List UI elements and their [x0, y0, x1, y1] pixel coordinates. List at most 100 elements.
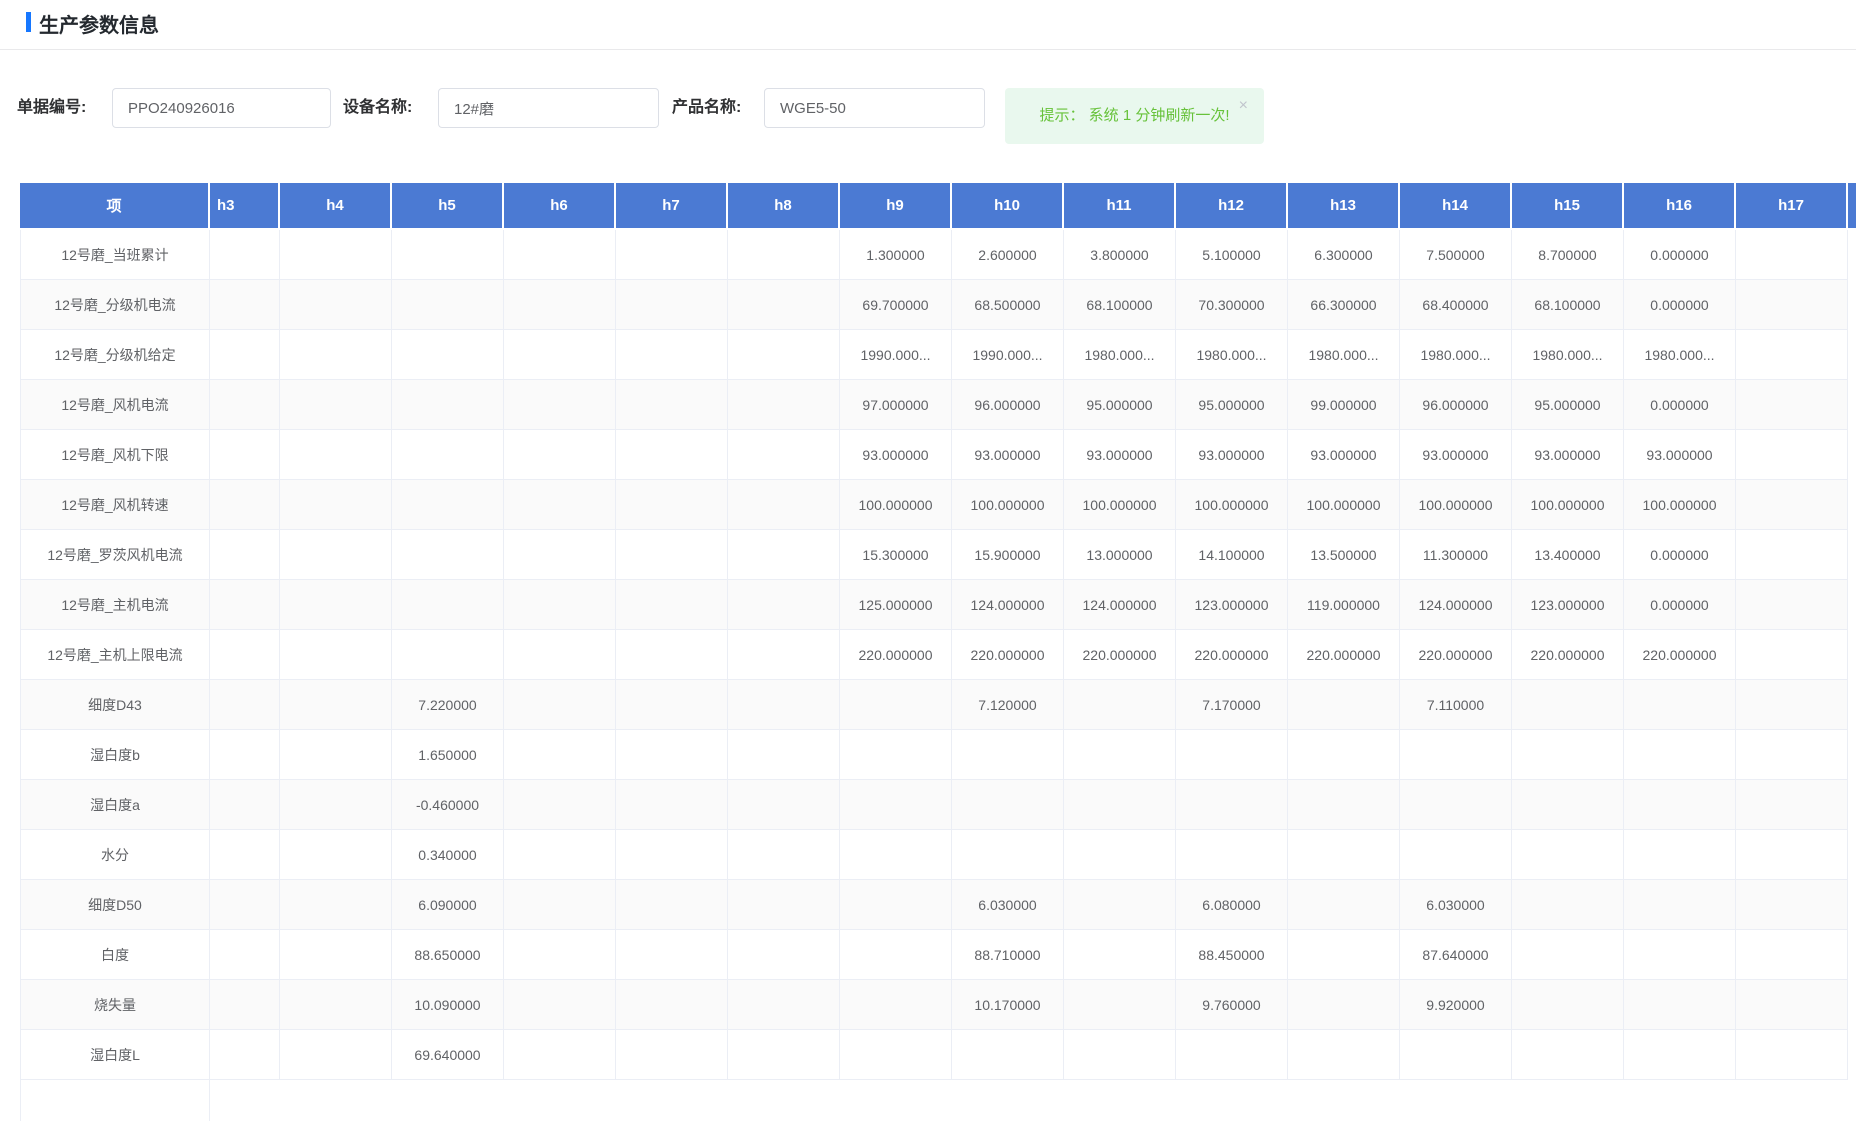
cell-clipped	[1848, 430, 1856, 480]
page-title: 生产参数信息	[39, 9, 159, 38]
cell-h13: 13.500000	[1288, 530, 1400, 580]
table-row: 12号磨_主机上限电流220.000000220.000000220.00000…	[20, 630, 1856, 680]
parameters-table: 项h3h4h5h6h7h8h9h10h11h12h13h14h15h16h17 …	[20, 183, 1856, 1121]
cell-h3	[210, 1030, 280, 1080]
table-row: 白度88.65000088.71000088.45000087.640000	[20, 930, 1856, 980]
row-label: 细度D50	[20, 880, 210, 930]
cell-h10: 1990.000...	[952, 330, 1064, 380]
cell-h14: 68.400000	[1400, 280, 1512, 330]
cell-h4	[280, 330, 392, 380]
cell-h11: 220.000000	[1064, 630, 1176, 680]
cell-h4	[280, 280, 392, 330]
column-header-h10: h10	[952, 183, 1064, 230]
cell-h10: 88.710000	[952, 930, 1064, 980]
cell-h16	[1624, 730, 1736, 780]
cell-h10: 220.000000	[952, 630, 1064, 680]
cell-h6	[504, 930, 616, 980]
cell-h8	[728, 330, 840, 380]
cell-h17	[1736, 780, 1848, 830]
cell-h7	[616, 780, 728, 830]
cell-h6	[504, 680, 616, 730]
cell-h6	[504, 480, 616, 530]
cell-h17	[1736, 380, 1848, 430]
cell-h9	[840, 930, 952, 980]
cell-h5: 7.220000	[392, 680, 504, 730]
cell-h13: 93.000000	[1288, 430, 1400, 480]
cell-h3	[210, 480, 280, 530]
cell-h12: 88.450000	[1176, 930, 1288, 980]
cell-h9: 1990.000...	[840, 330, 952, 380]
cell-h7	[616, 580, 728, 630]
cell-h3	[210, 680, 280, 730]
close-icon[interactable]: ×	[1239, 98, 1248, 114]
cell-h12: 1980.000...	[1176, 330, 1288, 380]
cell-h9: 15.300000	[840, 530, 952, 580]
cell-h15	[1512, 680, 1624, 730]
cell-h11	[1064, 680, 1176, 730]
table-row: 12号磨_风机电流97.00000096.00000095.00000095.0…	[20, 380, 1856, 430]
cell-h12: 9.760000	[1176, 980, 1288, 1030]
table-row: 12号磨_分级机给定1990.000...1990.000...1980.000…	[20, 330, 1856, 380]
cell-h10: 10.170000	[952, 980, 1064, 1030]
cell-h8	[728, 280, 840, 330]
cell-h13: 66.300000	[1288, 280, 1400, 330]
cell-h17	[1736, 530, 1848, 580]
table-row: 烧失量10.09000010.1700009.7600009.920000	[20, 980, 1856, 1030]
cell-h3	[210, 530, 280, 580]
cell-h15	[1512, 980, 1624, 1030]
cell-h6	[504, 830, 616, 880]
cell-h9	[840, 780, 952, 830]
cell-h7	[616, 630, 728, 680]
cell-h14	[1400, 730, 1512, 780]
cell-h12	[1176, 780, 1288, 830]
cell-h7	[616, 980, 728, 1030]
cell-h5	[392, 630, 504, 680]
cell-h5	[392, 380, 504, 430]
cell-h13	[1288, 680, 1400, 730]
cell-h5: 0.340000	[392, 830, 504, 880]
cell-clipped	[1848, 330, 1856, 380]
device-name-input[interactable]	[438, 88, 659, 128]
product-name-label: 产品名称:	[672, 88, 741, 128]
cell-h5: 88.650000	[392, 930, 504, 980]
product-name-input[interactable]	[764, 88, 985, 128]
cell-h6	[504, 730, 616, 780]
cell-h16	[1624, 680, 1736, 730]
cell-h7	[616, 280, 728, 330]
cell-h10: 100.000000	[952, 480, 1064, 530]
row-label: 12号磨_风机下限	[20, 430, 210, 480]
row-label: 湿白度b	[20, 730, 210, 780]
cell-h9: 125.000000	[840, 580, 952, 630]
cell-clipped	[1848, 780, 1856, 830]
cell-h12: 123.000000	[1176, 580, 1288, 630]
row-label: 12号磨_主机上限电流	[20, 630, 210, 680]
cell-h15: 68.100000	[1512, 280, 1624, 330]
cell-h13: 99.000000	[1288, 380, 1400, 430]
cell-h8	[728, 980, 840, 1030]
cell-h10: 96.000000	[952, 380, 1064, 430]
cell-h10	[952, 730, 1064, 780]
cell-h13: 1980.000...	[1288, 330, 1400, 380]
cell-h3	[210, 930, 280, 980]
cell-h7	[616, 1030, 728, 1080]
cell-h7	[616, 730, 728, 780]
column-header-h17: h17	[1736, 183, 1848, 230]
cell-h17	[1736, 680, 1848, 730]
cell-h9	[840, 1030, 952, 1080]
column-header-h12: h12	[1176, 183, 1288, 230]
cell-h14	[1400, 830, 1512, 880]
cell-h4	[280, 530, 392, 580]
cell-h9	[840, 680, 952, 730]
cell-h5: -0.460000	[392, 780, 504, 830]
table-row: 12号磨_风机转速100.000000100.000000100.0000001…	[20, 480, 1856, 530]
empty-first-column-cell	[20, 1080, 210, 1121]
cell-clipped	[1848, 280, 1856, 330]
order-number-input[interactable]	[112, 88, 331, 128]
column-header-h4: h4	[280, 183, 392, 230]
cell-h4	[280, 780, 392, 830]
device-name-label: 设备名称:	[343, 88, 412, 128]
cell-h10: 6.030000	[952, 880, 1064, 930]
cell-h6	[504, 430, 616, 480]
column-header-h6: h6	[504, 183, 616, 230]
cell-h6	[504, 330, 616, 380]
